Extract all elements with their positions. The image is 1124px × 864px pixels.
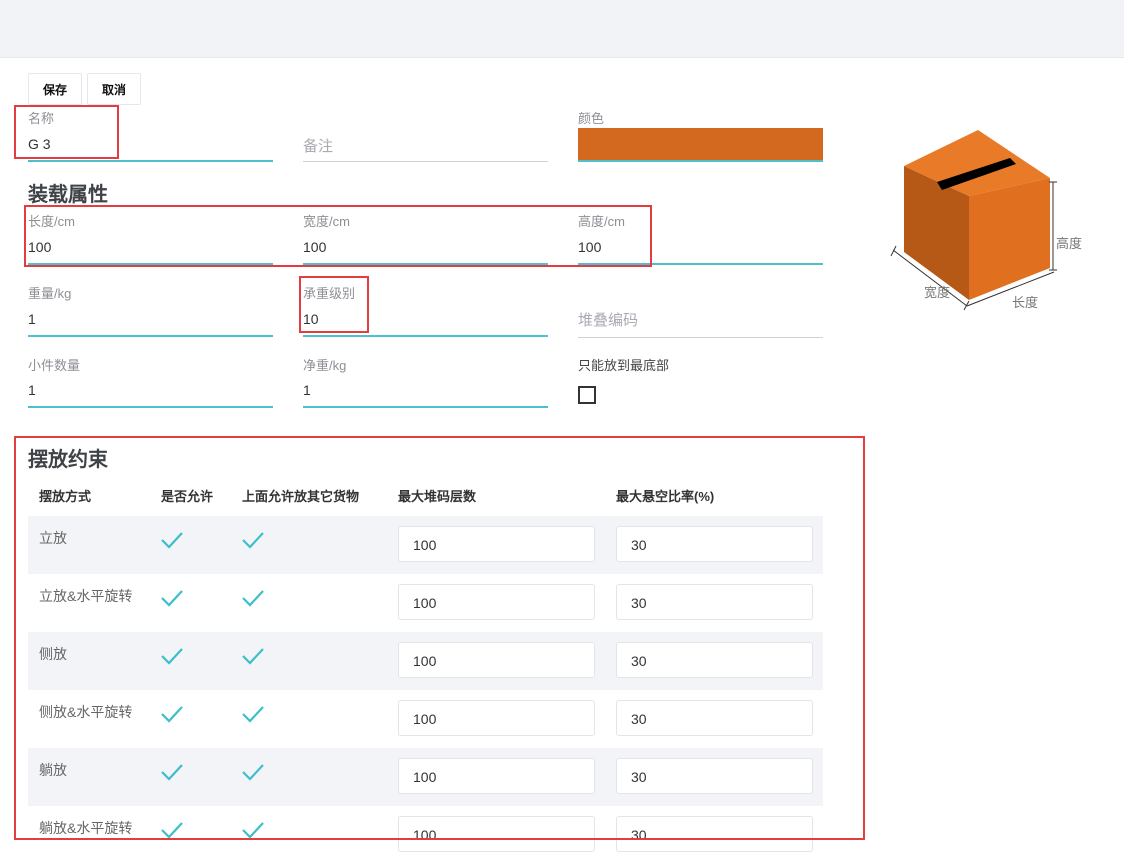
bearing-level-field-underline	[303, 335, 548, 337]
loading-section-title: 装载属性	[28, 184, 108, 206]
width-dimension-label: 宽度	[924, 285, 951, 300]
name-field-underline	[28, 160, 273, 162]
net-weight-label: 净重/kg	[303, 358, 347, 373]
height-dimension-label: 高度	[1056, 236, 1083, 251]
stack-code-field-underline	[578, 337, 823, 338]
bottom-only-label: 只能放到最底部	[578, 358, 670, 373]
box-right-face	[969, 178, 1050, 300]
pieces-field-underline	[28, 406, 273, 408]
stack-code-field[interactable]: 堆叠编码	[578, 309, 638, 330]
remark-field-underline	[303, 161, 548, 162]
net-weight-field-underline	[303, 406, 548, 408]
pieces-field[interactable]: 1	[28, 382, 36, 398]
net-weight-field[interactable]: 1	[303, 382, 311, 398]
pieces-label: 小件数量	[28, 358, 81, 373]
highlight-placement	[14, 436, 865, 840]
remark-field[interactable]: 备注	[303, 135, 333, 156]
bottom-only-checkbox[interactable]	[578, 386, 596, 404]
save-button[interactable]: 保存	[28, 73, 82, 105]
box-3d-preview	[890, 130, 1057, 311]
cancel-button[interactable]: 取消	[87, 73, 141, 105]
color-label: 颜色	[578, 111, 605, 126]
weight-field-underline	[28, 335, 273, 337]
weight-label: 重量/kg	[28, 286, 72, 301]
color-field-underline	[578, 160, 823, 162]
highlight-bearing-level	[299, 276, 369, 333]
length-dimension-label: 长度	[1012, 295, 1039, 310]
top-bar	[0, 0, 1124, 58]
highlight-dimensions	[24, 205, 652, 267]
color-picker[interactable]	[578, 128, 823, 160]
highlight-name	[14, 105, 119, 159]
weight-field[interactable]: 1	[28, 311, 36, 327]
